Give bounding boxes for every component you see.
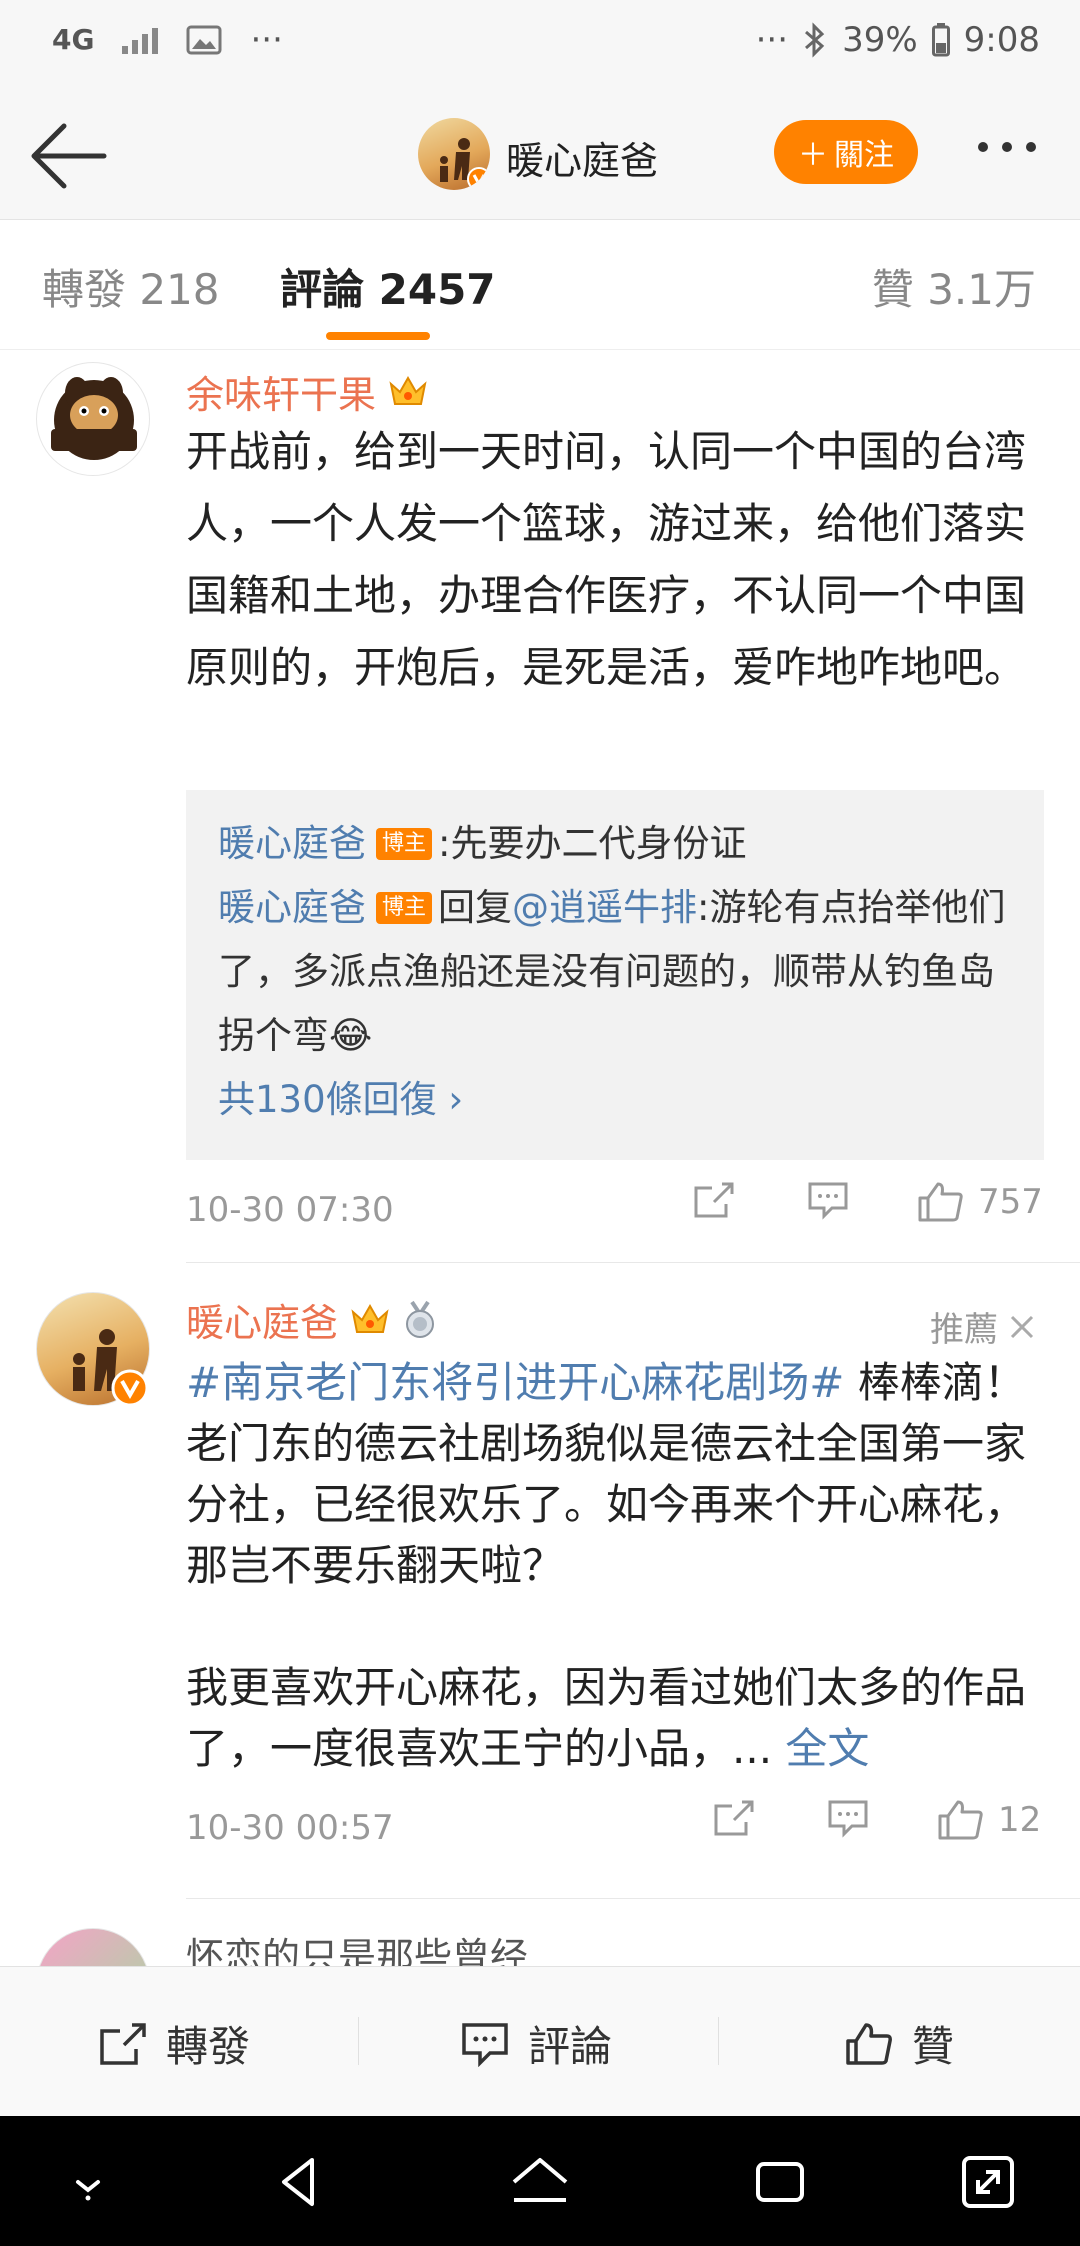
thumbs-up-icon — [938, 1800, 983, 1840]
avatar[interactable] — [418, 118, 490, 190]
share-icon[interactable] — [692, 1180, 736, 1220]
comment-text: #南京老门东将引进开心麻花剧场# 棒棒滴！老门东的德云社剧场貌似是德云社全国第一… — [186, 1352, 1046, 1779]
blogger-badge: 博主 — [376, 827, 433, 860]
repost-label: 轉發 — [166, 2022, 251, 2071]
like-count: 757 — [978, 1182, 1043, 1222]
comment-username[interactable]: 暖心庭爸 — [186, 1292, 338, 1347]
reply-username[interactable]: 暖心庭爸 — [218, 822, 366, 865]
full-text-link[interactable]: 全文 — [785, 1724, 869, 1773]
comment-username[interactable]: 怀恋的只是那些曾经 — [186, 1926, 528, 1966]
signal-icon — [122, 26, 159, 54]
bottom-action-bar: 轉發 評論 贊 — [0, 1966, 1080, 2116]
share-icon[interactable] — [712, 1798, 756, 1838]
comment-item: 余味轩干果 开战前，给到一天时间，认同一个中国的台湾人，一个人发一个篮球，游过来… — [0, 350, 1080, 1263]
thumbs-up-icon — [918, 1182, 963, 1222]
comment-username[interactable]: 余味轩干果 — [186, 364, 376, 419]
comment-button[interactable]: 評論 — [460, 2013, 612, 2074]
battery-icon — [931, 23, 950, 57]
avatar[interactable] — [36, 362, 150, 476]
back-arrow-icon[interactable] — [24, 116, 112, 196]
like-count: 12 — [998, 1800, 1042, 1840]
comment-text: 开战前，给到一天时间，认同一个中国的台湾人，一个人发一个篮球，游过来，给他们落实… — [186, 427, 1027, 692]
more-options-icon[interactable] — [978, 142, 1036, 152]
divider — [718, 2017, 719, 2065]
tab-reposts[interactable]: 轉發 218 — [42, 256, 220, 317]
image-notification-icon — [186, 25, 222, 55]
reply-username[interactable]: 暖心庭爸 — [218, 886, 366, 929]
app-header: 暖心庭爸 ＋ 關注 — [0, 92, 1080, 220]
divider — [358, 2017, 359, 2065]
mention-link[interactable]: @逍遥牛排 — [512, 886, 697, 929]
thumbs-up-icon — [846, 2022, 892, 2065]
share-icon — [100, 2022, 146, 2065]
close-icon[interactable] — [1008, 1313, 1036, 1341]
blogger-badge: 博主 — [376, 891, 433, 924]
bluetooth-icon — [805, 22, 825, 58]
system-nav-bar — [0, 2116, 1080, 2246]
follow-button[interactable]: ＋ 關注 — [774, 120, 918, 184]
recommend-label: 推薦 — [930, 1310, 998, 1350]
comment-icon[interactable] — [806, 1180, 850, 1220]
back-icon[interactable] — [264, 2146, 336, 2218]
comment-meta: 10-30 07:30 757 — [186, 1180, 1046, 1240]
divider — [186, 1262, 1080, 1263]
network-type: 4G — [52, 23, 95, 56]
reply-preview-box[interactable]: 暖心庭爸 博主:先要办二代身份证 暖心庭爸 博主 回复@逍遥牛排:游轮有点抬举他们了，… — [186, 790, 1044, 1160]
header-username[interactable]: 暖心庭爸 — [506, 130, 658, 185]
topic-link[interactable]: #南京老门东将引进开心麻花剧场# — [186, 1358, 844, 1407]
reply-line: 暖心庭爸 博主 回复@逍遥牛排:游轮有点抬举他们了，多派点渔船还是没有问题的，顺带从… — [218, 876, 1014, 1068]
crown-icon — [389, 375, 427, 405]
tab-bar: 轉發 218 評論 2457 贊 3.1万 — [0, 220, 1080, 350]
comment-label: 評論 — [528, 2022, 613, 2071]
expand-icon[interactable] — [952, 2146, 1024, 2218]
reply-text: :先要办二代身份证 — [438, 822, 747, 865]
chevron-down-icon[interactable] — [52, 2146, 124, 2218]
medal-icon — [406, 1300, 435, 1338]
like-button[interactable]: 贊 — [844, 2013, 954, 2074]
comment-meta: 10-30 00:57 12 — [186, 1798, 1046, 1858]
reply-line: 暖心庭爸 博主:先要办二代身份证 — [218, 812, 1014, 876]
comment-text-part2: 我更喜欢开心麻花，因为看过她们太多的作品了，一度很喜欢王宁的小品，... — [186, 1663, 1027, 1773]
crown-icon — [351, 1303, 389, 1333]
verified-icon — [467, 167, 490, 190]
like-button[interactable]: 12 — [936, 1798, 1041, 1842]
home-icon[interactable] — [504, 2146, 576, 2218]
comment-icon[interactable] — [826, 1798, 870, 1838]
divider — [186, 1898, 1080, 1899]
status-bar: 4G ··· ··· 39% 9:08 — [0, 0, 1080, 92]
view-all-replies-link[interactable]: 共130條回復 › — [218, 1068, 1014, 1132]
like-button[interactable]: 757 — [916, 1180, 1043, 1224]
tab-likes[interactable]: 贊 3.1万 — [872, 256, 1036, 317]
like-label: 贊 — [912, 2022, 955, 2071]
recent-apps-icon[interactable] — [744, 2146, 816, 2218]
follow-label: 關注 — [834, 138, 894, 173]
comment-item: 暖心庭爸 推薦 #南京老门东将引进开心麻花剧场# 棒棒滴！老门东的德云社剧场貌似… — [0, 1268, 1080, 1908]
comment-icon — [462, 2022, 508, 2067]
reply-prefix: 回复 — [438, 886, 513, 929]
plus-icon: ＋ — [798, 138, 828, 173]
verified-icon — [111, 1369, 149, 1407]
comment-item: 怀恋的只是那些曾经 — [0, 1918, 1080, 1966]
more-notifications: ··· — [250, 20, 283, 60]
clock: 9:08 — [963, 20, 1040, 60]
active-tab-indicator — [326, 332, 430, 340]
repost-button[interactable]: 轉發 — [98, 2013, 250, 2074]
comment-time: 10-30 00:57 — [186, 1808, 394, 1848]
comment-time: 10-30 07:30 — [186, 1190, 394, 1230]
battery-percent: 39% — [842, 20, 918, 60]
recommend-tag[interactable]: 推薦 — [930, 1302, 1036, 1351]
more-status: ··· — [755, 20, 789, 60]
avatar[interactable] — [36, 1928, 150, 1966]
